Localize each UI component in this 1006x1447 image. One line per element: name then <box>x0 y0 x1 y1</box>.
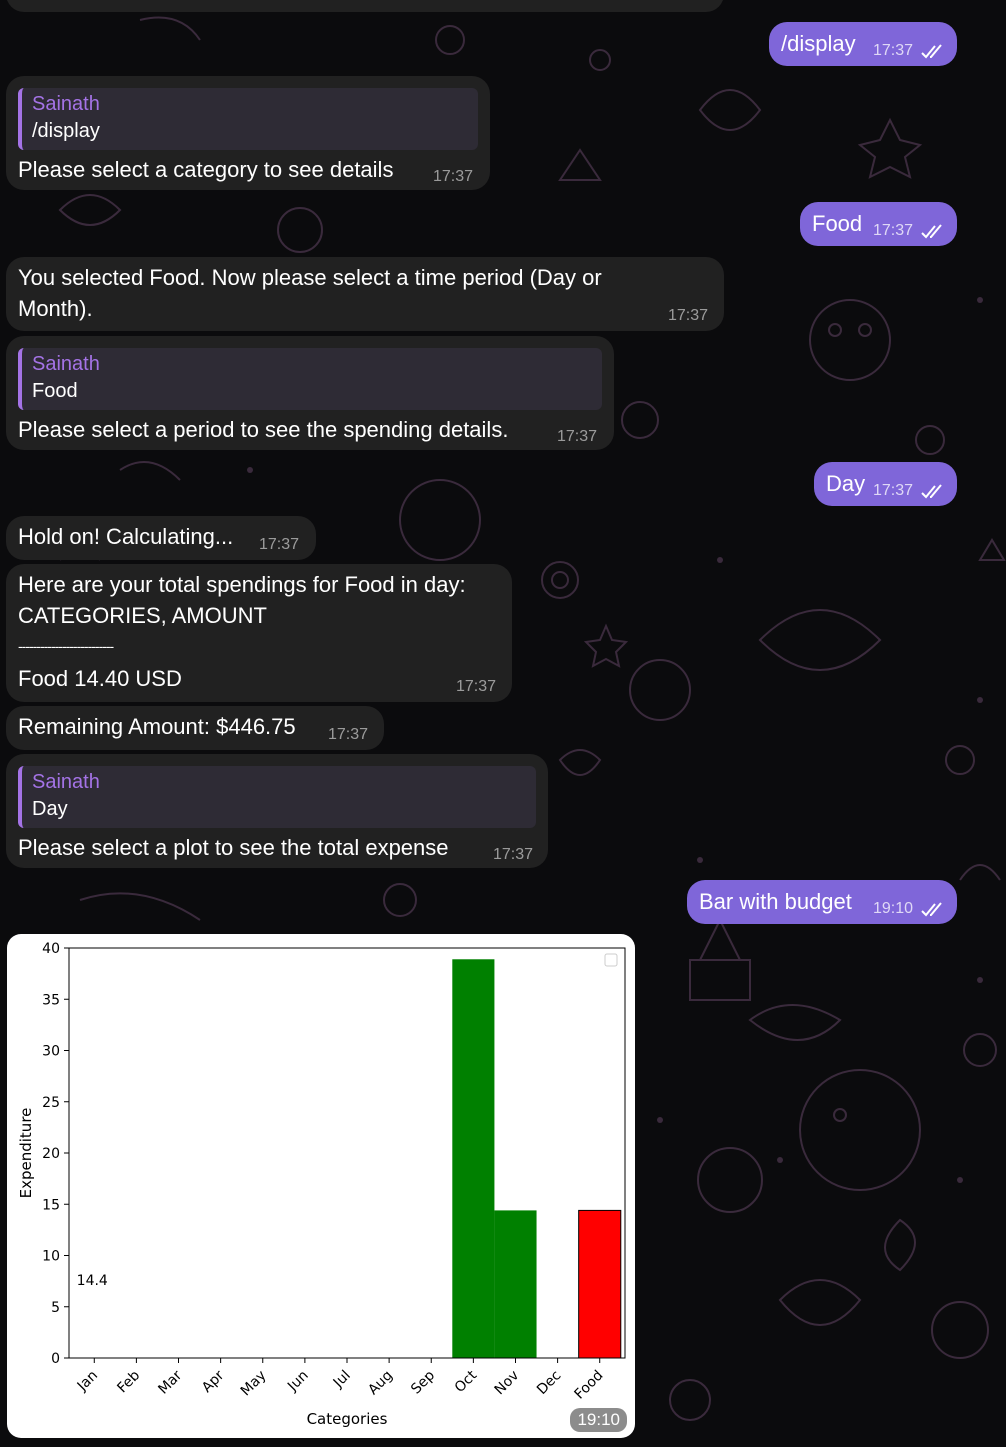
x-tick-label: Dec <box>534 1368 564 1398</box>
y-tick-label: 0 <box>51 1351 60 1367</box>
bar-nov <box>494 1210 537 1358</box>
message-bubble-partial[interactable] <box>6 0 724 12</box>
y-axis-label: Expenditure <box>17 1108 35 1199</box>
message-text: Day <box>826 471 866 496</box>
quote-text: Food <box>32 380 78 402</box>
outgoing-message-food[interactable]: Food 17:37 <box>800 202 957 246</box>
message-text: Hold on! Calculating... <box>18 524 234 549</box>
x-tick-label: Jun <box>284 1368 311 1395</box>
reply-quote[interactable]: Sainath Food <box>18 348 602 410</box>
message-time: 17:37 <box>873 42 914 59</box>
reply-quote[interactable]: Sainath Day <box>18 766 536 828</box>
message-time: 17:37 <box>433 168 474 185</box>
y-tick-label: 10 <box>42 1249 60 1265</box>
outgoing-message-bar-with-budget[interactable]: Bar with budget 19:10 <box>687 880 957 924</box>
x-tick-label: Feb <box>114 1367 143 1396</box>
message-text: Please select a plot to see the total ex… <box>18 835 449 860</box>
x-tick-label: Mar <box>155 1367 185 1397</box>
message-time: 17:37 <box>668 307 709 324</box>
expenditure-bar-chart: 0 5 10 15 20 25 30 35 40 Jan Feb Mar Apr May Jun Jul Aug… <box>17 941 626 1428</box>
photo-time: 19:10 <box>570 1408 627 1432</box>
x-tick-label: Aug <box>365 1368 396 1399</box>
y-tick-label: 30 <box>42 1044 60 1060</box>
quote-text: Day <box>32 798 68 820</box>
message-time: 17:37 <box>456 678 497 695</box>
message-time: 17:37 <box>873 482 914 499</box>
message-time: 17:37 <box>259 536 300 553</box>
x-tick-label: Sep <box>408 1367 438 1397</box>
outgoing-message-display[interactable]: /display 17:37 <box>769 22 957 66</box>
message-text: Please select a period to see the spendi… <box>18 417 509 442</box>
y-tick-label: 15 <box>42 1197 60 1213</box>
double-check-icon <box>921 484 942 499</box>
double-check-icon <box>921 902 942 917</box>
quote-author: Sainath <box>32 93 100 115</box>
incoming-message-time-period[interactable]: You selected Food. Now please select a t… <box>6 257 724 331</box>
message-time: 17:37 <box>328 726 369 743</box>
message-text-line1: You selected Food. Now please select a t… <box>18 265 602 290</box>
reply-quote[interactable]: Sainath /display <box>18 88 478 150</box>
y-tick-label: 25 <box>42 1095 60 1111</box>
quote-author: Sainath <box>32 353 100 375</box>
x-tick-label: Nov <box>492 1368 523 1399</box>
bar-oct <box>452 959 495 1358</box>
message-text-line1: Here are your total spendings for Food i… <box>18 572 466 597</box>
bar-food <box>578 1209 622 1359</box>
double-check-icon <box>921 44 942 59</box>
x-tick-label: Oct <box>452 1367 481 1396</box>
incoming-message-select-period[interactable]: Sainath Food Please select a period to s… <box>6 336 614 450</box>
incoming-message-select-plot[interactable]: Sainath Day Please select a plot to see … <box>6 754 548 868</box>
message-time: 19:10 <box>873 900 914 917</box>
incoming-message-calculating[interactable]: Hold on! Calculating... 17:37 <box>6 516 316 560</box>
y-tick-label: 35 <box>42 992 60 1008</box>
x-tick-label: May <box>238 1368 270 1400</box>
y-tick-label: 40 <box>42 941 60 957</box>
quote-author: Sainath <box>32 771 100 793</box>
x-tick-label: Apr <box>199 1367 228 1396</box>
message-text: Food <box>812 211 863 236</box>
outgoing-message-day[interactable]: Day 17:37 <box>814 462 957 506</box>
quote-text: /display <box>32 120 100 142</box>
double-check-icon <box>921 224 942 239</box>
x-tick-label: Jan <box>74 1368 101 1395</box>
message-text-separator: -------------------------- <box>18 638 114 654</box>
y-tick-label: 5 <box>51 1300 60 1316</box>
incoming-message-category[interactable]: Sainath /display Please select a categor… <box>6 76 490 190</box>
y-tick-label: 20 <box>42 1146 60 1162</box>
message-time: 17:37 <box>493 846 534 863</box>
x-tick-label: Food <box>571 1368 606 1403</box>
incoming-message-total-spendings[interactable]: Here are your total spendings for Food i… <box>6 564 512 702</box>
incoming-message-remaining-amount[interactable]: Remaining Amount: $446.75 17:37 <box>6 706 384 750</box>
data-annotation: 14.4 <box>77 1273 108 1289</box>
message-time: 17:37 <box>557 428 598 445</box>
message-text: /display <box>781 31 856 56</box>
plot-frame <box>68 947 626 1359</box>
message-text-line2: CATEGORIES, AMOUNT <box>18 603 267 628</box>
legend-box <box>604 953 618 967</box>
message-text: Bar with budget <box>699 889 852 914</box>
x-tick-label: Jul <box>330 1368 354 1392</box>
message-text: Remaining Amount: $446.75 <box>18 714 296 739</box>
message-time: 17:37 <box>873 222 914 239</box>
chart-photo-message[interactable]: 0 5 10 15 20 25 30 35 40 Jan Feb Mar Apr May Jun Jul Aug… <box>7 934 635 1438</box>
message-text-line4: Food 14.40 USD <box>18 666 182 691</box>
x-axis-label: Categories <box>307 1410 388 1428</box>
message-text-line2: Month). <box>18 296 93 321</box>
message-text: Please select a category to see details <box>18 157 394 182</box>
